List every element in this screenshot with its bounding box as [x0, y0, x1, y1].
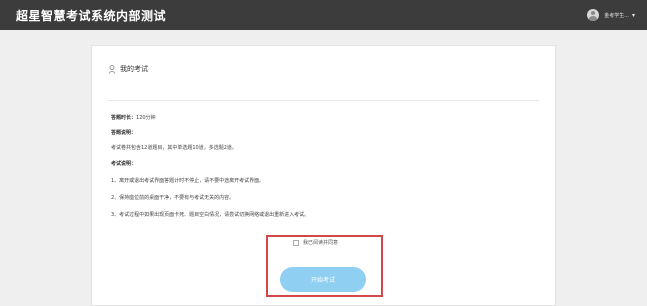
section-divider — [108, 100, 539, 101]
answer-info-label: 答题说明： — [111, 129, 136, 136]
user-name: 金考学生... — [604, 12, 629, 19]
exam-notes-label-text: 考试说明： — [111, 161, 137, 167]
agree-label: 我已阅读并同意 — [303, 240, 339, 246]
agree-checkbox-row[interactable]: 我已阅读并同意 — [293, 239, 338, 246]
section-header: 我的考试 — [108, 64, 148, 74]
start-exam-button[interactable]: 开始考试 — [280, 267, 366, 292]
answer-info-text: 考试卷共包含12道题目，其中单选题10道，多选题2道。 — [111, 145, 237, 151]
duration-label: 答题时长： — [111, 115, 137, 121]
answer-info-label-text: 答题说明： — [111, 130, 137, 136]
chevron-down-icon: ▾ — [631, 11, 635, 19]
section-title: 我的考试 — [120, 65, 148, 73]
exam-note-item: 2、保持座位前的桌面干净，不要有与考试无关的内容。 — [111, 195, 235, 201]
duration-row: 答题时长：120分钟 — [111, 114, 156, 121]
user-menu[interactable]: 金考学生... ▾ — [587, 8, 635, 22]
duration-value: 120分钟 — [136, 115, 156, 121]
exam-notes-label: 考试说明： — [111, 160, 136, 167]
agree-checkbox[interactable] — [293, 239, 299, 246]
exam-note-item: 3、考试过程中如果出现页面卡死、题目空白情况，请尝试切换网络或退出重新进入考试。 — [111, 212, 310, 218]
exam-note-item: 1、离开或退出考试界面答题计时不停止，请不要中途离开考试界面。 — [111, 178, 265, 184]
user-avatar-icon — [587, 9, 600, 21]
person-icon — [108, 64, 116, 74]
top-navigation-bar: 超星智慧考试系统内部测试 金考学生... ▾ — [0, 0, 647, 30]
app-title: 超星智慧考试系统内部测试 — [16, 9, 167, 23]
